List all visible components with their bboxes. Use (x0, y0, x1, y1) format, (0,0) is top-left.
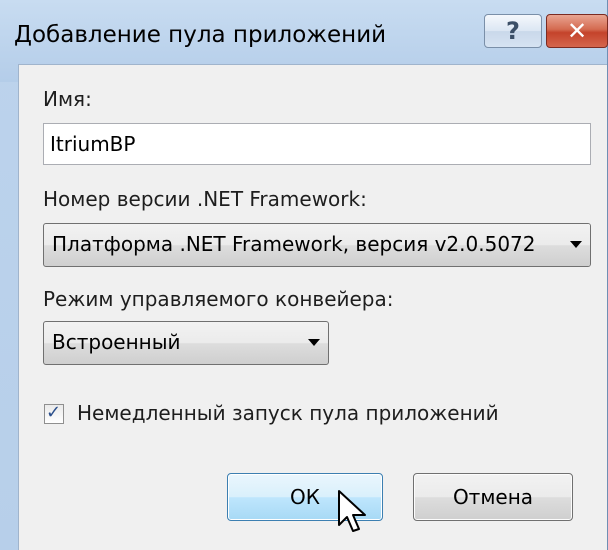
cancel-button[interactable]: Отмена (413, 473, 573, 521)
pipeline-mode-select[interactable]: Встроенный (43, 321, 329, 365)
dialog-content: Имя: Номер версии .NET Framework: Платфо… (18, 64, 607, 550)
mouse-pointer-icon (338, 490, 366, 532)
dialog-window: Добавление пула приложений ? ✕ Имя: Номе… (0, 0, 608, 550)
close-button[interactable]: ✕ (546, 14, 608, 48)
checkmark-icon: ✓ (46, 402, 62, 423)
dialog-title: Добавление пула приложений (14, 22, 387, 48)
chevron-down-icon (308, 339, 320, 346)
help-icon: ? (506, 17, 520, 45)
name-input[interactable] (43, 123, 591, 165)
framework-version-label: Номер версии .NET Framework: (43, 187, 367, 211)
framework-version-select[interactable]: Платформа .NET Framework, версия v2.0.50… (43, 223, 591, 267)
pipeline-mode-value: Встроенный (52, 330, 181, 354)
chevron-down-icon (570, 241, 582, 248)
framework-dropdown-button[interactable] (562, 224, 590, 266)
framework-version-value: Платформа .NET Framework, версия v2.0.50… (52, 232, 536, 256)
autostart-label[interactable]: Немедленный запуск пула приложений (77, 401, 499, 425)
help-button[interactable]: ? (484, 14, 542, 48)
autostart-checkbox[interactable]: ✓ (44, 402, 64, 424)
close-icon: ✕ (566, 17, 588, 45)
pipeline-mode-label: Режим управляемого конвейера: (43, 287, 394, 311)
pipeline-dropdown-button[interactable] (300, 322, 328, 364)
name-label: Имя: (43, 87, 92, 111)
